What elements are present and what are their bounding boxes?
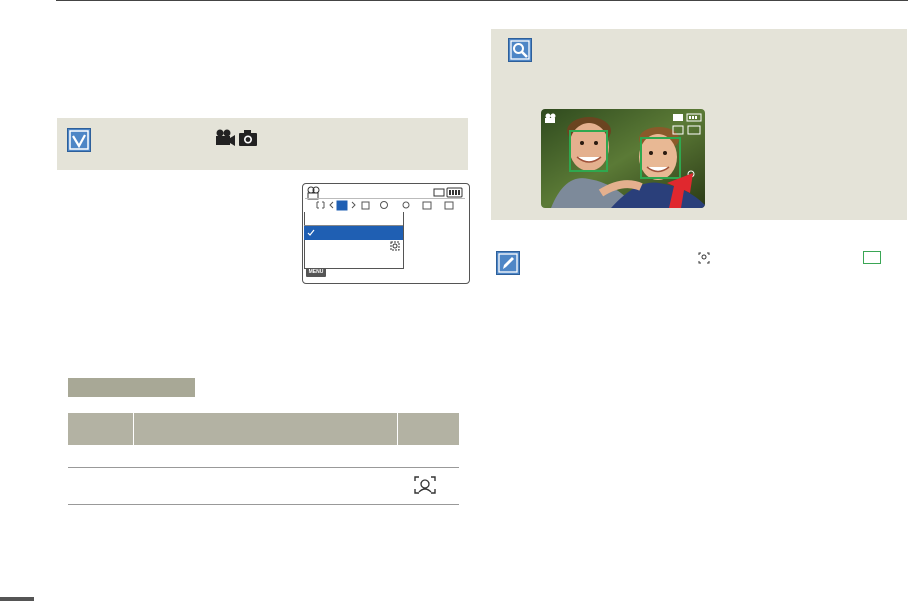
top-rule bbox=[56, 0, 908, 1]
table-bottom-rule bbox=[68, 504, 459, 505]
check-mark-icon bbox=[307, 229, 315, 236]
lcd-selected-row bbox=[304, 226, 403, 240]
face-detection-icon bbox=[413, 475, 437, 495]
page-reference-box bbox=[863, 251, 881, 264]
menu-tab-icons bbox=[316, 200, 454, 211]
magnifier-icon bbox=[508, 38, 532, 62]
note-box bbox=[57, 118, 468, 170]
lcd-row-divider bbox=[304, 225, 403, 226]
table-header bbox=[68, 413, 459, 445]
face-detection-icon bbox=[390, 241, 400, 251]
table-header-divider bbox=[397, 413, 398, 445]
section-subheading-bar bbox=[68, 378, 195, 397]
face-detection-photo bbox=[541, 109, 705, 208]
photo-camera-icon bbox=[239, 130, 257, 146]
battery-icon bbox=[446, 187, 463, 198]
face-detection-icon bbox=[698, 251, 710, 264]
lcd-divider bbox=[305, 198, 465, 199]
page-edge-marker bbox=[0, 597, 34, 601]
table-header-divider bbox=[133, 413, 134, 445]
card-icon bbox=[433, 188, 445, 197]
video-camera-icon bbox=[216, 129, 235, 146]
table-row-divider bbox=[68, 467, 459, 468]
menu-button: MENU bbox=[306, 268, 326, 277]
lcd-status-icons bbox=[307, 186, 463, 211]
lcd-menu-list bbox=[304, 212, 404, 269]
pencil-note-icon bbox=[496, 251, 520, 275]
check-box-icon bbox=[67, 128, 91, 152]
mode-icons bbox=[214, 128, 258, 148]
